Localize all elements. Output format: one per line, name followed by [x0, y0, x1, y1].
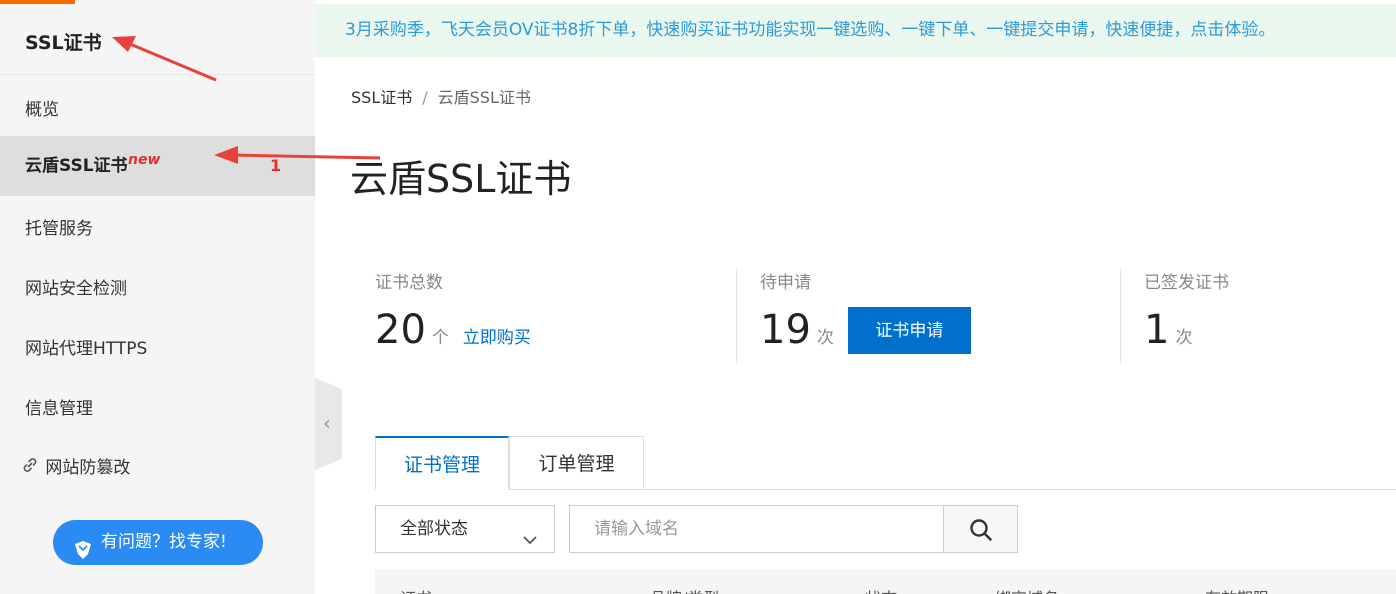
- tab-certificate-management[interactable]: 证书管理: [375, 436, 509, 490]
- stat-label: 证书总数: [375, 273, 443, 293]
- search-icon: [970, 519, 992, 541]
- sidebar-item-https-proxy[interactable]: 网站代理HTTPS: [0, 319, 315, 379]
- table-header: 证书 品牌/类型 状态 绑定域名 有效期限: [375, 569, 1396, 594]
- sidebar-item-info-management[interactable]: 信息管理: [0, 379, 315, 439]
- ask-expert-button[interactable]: 有问题？找专家!: [53, 520, 263, 565]
- sidebar-item-label: 网站代理HTTPS: [25, 339, 148, 359]
- sidebar-item-ssl-certificates[interactable]: 云盾SSL证书 new 1: [0, 136, 315, 196]
- stat-pending-applications: 待申请 19 次 证书申请: [760, 268, 971, 364]
- chevron-left-icon: ‹: [323, 411, 331, 435]
- stat-divider: [1120, 268, 1121, 364]
- sidebar-item-tamper-protection[interactable]: 网站防篡改: [0, 438, 315, 498]
- sidebar-divider: [0, 74, 315, 75]
- sidebar: SSL证书 概览 云盾SSL证书 new 1 托管服务 网站安全检测 网站代理H…: [0, 0, 315, 594]
- sidebar-item-label: 概览: [25, 100, 59, 120]
- status-filter-select[interactable]: 全部状态: [375, 505, 555, 553]
- page-title: 云盾SSL证书: [350, 157, 572, 201]
- stat-unit: 次: [1175, 328, 1193, 348]
- breadcrumb-current: 云盾SSL证书: [437, 88, 531, 107]
- status-filter-value: 全部状态: [400, 519, 468, 539]
- breadcrumb-separator: /: [422, 88, 428, 107]
- column-header: 状态: [865, 585, 897, 594]
- breadcrumb: SSL证书 / 云盾SSL证书: [351, 84, 531, 108]
- sidebar-item-label: 网站防篡改: [45, 458, 131, 478]
- chevron-down-icon: [522, 520, 538, 545]
- stat-value: 19: [760, 307, 811, 353]
- count-badge: 1: [270, 156, 282, 175]
- stat-label: 已签发证书: [1144, 273, 1229, 293]
- collapse-sidebar-handle[interactable]: ‹: [315, 378, 342, 470]
- promo-notice[interactable]: 3月采购季，飞天会员OV证书8折下单，快速购买证书功能实现一键选购、一键下单、一…: [315, 4, 1396, 57]
- column-header: 证书: [400, 585, 432, 594]
- stat-unit: 个: [431, 328, 449, 348]
- apply-certificate-button[interactable]: 证书申请: [847, 307, 971, 354]
- sidebar-item-managed-service[interactable]: 托管服务: [0, 199, 315, 259]
- stat-divider: [736, 268, 737, 364]
- column-header: 有效期限: [1205, 585, 1269, 594]
- sidebar-item-label: 云盾SSL证书: [25, 156, 128, 176]
- new-badge: new: [128, 152, 161, 168]
- search-button[interactable]: [943, 505, 1018, 553]
- sidebar-item-label: 网站安全检测: [25, 279, 127, 299]
- sidebar-title: SSL证书: [25, 32, 102, 54]
- buy-now-link[interactable]: 立即购买: [463, 323, 531, 348]
- tab-order-management[interactable]: 订单管理: [509, 436, 644, 490]
- domain-search-input[interactable]: [569, 505, 945, 553]
- stat-label: 待申请: [760, 273, 811, 293]
- top-accent-bar: [0, 0, 75, 4]
- breadcrumb-root[interactable]: SSL证书: [351, 88, 412, 107]
- stat-value: 1: [1144, 307, 1170, 353]
- column-header: 绑定域名: [995, 585, 1059, 594]
- sidebar-item-label: 信息管理: [25, 399, 93, 419]
- stat-value: 20: [375, 307, 426, 353]
- sidebar-item-site-security-scan[interactable]: 网站安全检测: [0, 259, 315, 319]
- link-icon: [22, 439, 40, 499]
- stat-issued-certificates: 已签发证书 1 次: [1144, 268, 1229, 364]
- sidebar-item-label: 托管服务: [25, 219, 93, 239]
- stat-total-certificates: 证书总数 20 个 立即购买: [375, 268, 531, 364]
- expert-icon: [73, 533, 93, 559]
- ask-expert-label: 有问题？找专家!: [101, 532, 227, 552]
- stat-unit: 次: [816, 328, 834, 348]
- column-header: 品牌/类型: [650, 585, 719, 594]
